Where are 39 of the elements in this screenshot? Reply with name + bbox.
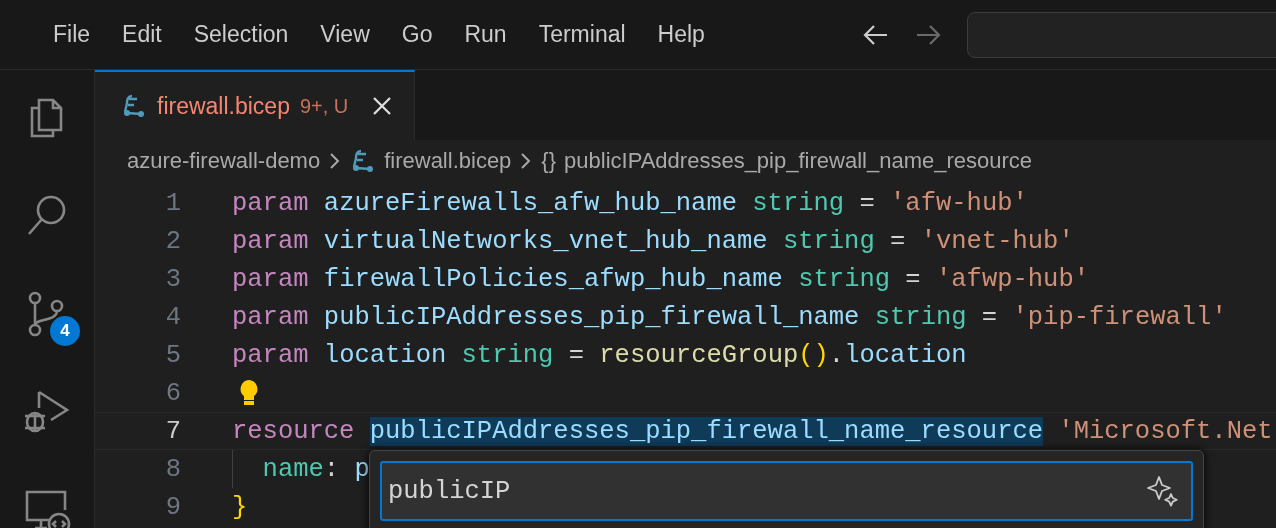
sparkle-icon[interactable] — [1145, 474, 1179, 508]
command-center-field[interactable] — [966, 11, 1276, 58]
code-line: } — [232, 492, 248, 522]
breadcrumb-item[interactable]: publicIPAddresses_pip_firewall_name_resource — [564, 148, 1033, 174]
menu-item[interactable]: Edit — [106, 15, 178, 54]
rename-input-field[interactable]: publicIP — [380, 461, 1193, 521]
braces-symbol: {} — [541, 148, 557, 174]
code-line: param publicIPAddresses_pip_firewall_name string = 'pip-firewall' — [232, 302, 1227, 332]
line-number: 7 — [164, 416, 181, 446]
lightbulb-icon[interactable] — [238, 379, 260, 407]
menu-item[interactable]: Selection — [177, 15, 305, 54]
line-number: 9 — [164, 492, 181, 522]
code-line: param location string = resourceGroup().location — [232, 340, 967, 370]
bicep-file-icon — [121, 93, 147, 119]
breadcrumb-item[interactable]: firewall.bicep — [384, 148, 512, 174]
breadcrumb-item[interactable]: azure-firewall-demo — [127, 148, 321, 174]
menu-item[interactable]: Help — [641, 15, 721, 54]
menu-item[interactable]: File — [37, 15, 107, 54]
line-number: 3 — [164, 264, 181, 294]
menu-item[interactable]: Go — [385, 15, 449, 54]
menu-item[interactable]: View — [304, 15, 386, 54]
line-number: 2 — [164, 226, 181, 256]
code-line: param virtualNetworks_vnet_hub_name string = 'vnet-hub' — [232, 226, 1074, 256]
line-number: 1 — [164, 188, 181, 218]
code-line: param azureFirewalls_afw_hub_name string = 'afw-hub' — [232, 188, 1028, 218]
line-number: 4 — [164, 302, 181, 332]
menu-item[interactable]: Run — [448, 15, 523, 54]
code-line: name: p — [261, 454, 370, 484]
count-badge: 4 — [50, 316, 80, 346]
activity-bar-button[interactable]: 4 — [14, 281, 80, 347]
problem-status: 9+, U — [299, 94, 349, 118]
line-number: 5 — [164, 340, 181, 370]
code-line: resource publicIPAddresses_pip_firewall_name_resource 'Microsoft.Net — [232, 416, 1273, 446]
editor-tab[interactable]: firewall.bicep 9+, U — [95, 70, 416, 140]
code-line: param firewallPolicies_afwp_hub_name string = 'afwp-hub' — [232, 264, 1089, 294]
tab-label: firewall.bicep — [157, 92, 290, 120]
line-number: 6 — [164, 378, 181, 408]
menu-item[interactable]: Terminal — [522, 15, 642, 54]
line-number: 8 — [164, 454, 181, 484]
